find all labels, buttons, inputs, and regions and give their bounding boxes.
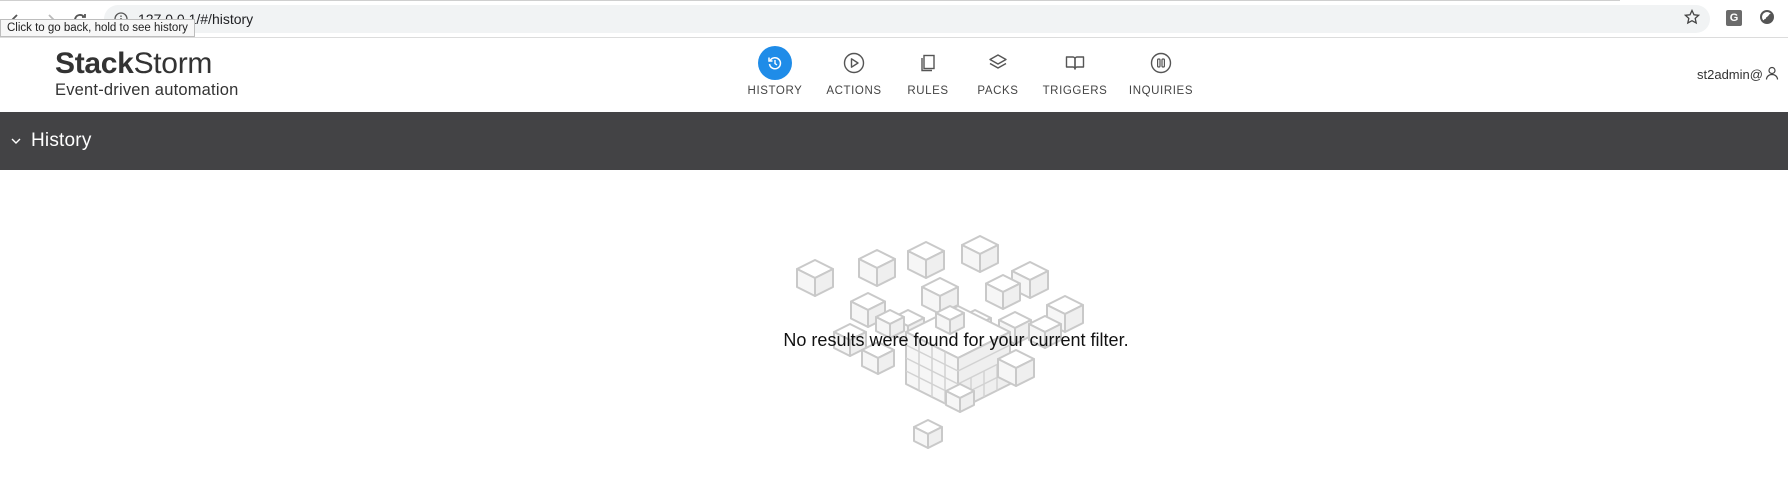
app-header: StackStorm Event-driven automation HISTO… [0, 38, 1788, 112]
nav-label: HISTORY [747, 85, 803, 97]
pause-circle-icon [1144, 46, 1178, 80]
layers-icon [981, 46, 1015, 80]
user-icon [1765, 66, 1779, 83]
history-icon [758, 46, 792, 80]
play-circle-icon [837, 46, 871, 80]
logo-wordmark: StackStorm [55, 47, 213, 80]
nav-item-triggers[interactable]: TRIGGERS [1030, 46, 1120, 97]
section-header[interactable]: History [0, 112, 1788, 170]
tab-strip-edge [0, 0, 1620, 1]
copy-icon [911, 46, 945, 80]
extension-g-icon[interactable]: G [1726, 10, 1742, 26]
nav-item-history[interactable]: HISTORY [730, 46, 820, 97]
stackstorm-logo[interactable]: StackStorm Event-driven automation [55, 48, 238, 100]
section-title: History [31, 130, 92, 151]
user-name: st2admin@ [1697, 67, 1763, 82]
user-menu[interactable]: st2admin@ [1697, 66, 1779, 83]
address-bar[interactable]: 127.0.0.1/#/history [104, 5, 1710, 33]
chevron-down-icon[interactable] [10, 134, 24, 148]
nav-item-inquiries[interactable]: INQUIRIES [1116, 46, 1206, 97]
logo-tagline: Event-driven automation [55, 81, 239, 99]
extension-circle-icon[interactable] [1760, 10, 1774, 24]
bookmark-star-icon[interactable] [1683, 8, 1701, 30]
browser-toolbar: 127.0.0.1/#/history G Click to go back, … [0, 0, 1788, 38]
book-icon [1058, 46, 1092, 80]
empty-state-message: No results were found for your current f… [783, 330, 1129, 350]
nav-label: INQUIRIES [1128, 85, 1194, 97]
nav-label: TRIGGERS [1042, 85, 1108, 97]
back-tooltip: Click to go back, hold to see history [0, 19, 195, 37]
